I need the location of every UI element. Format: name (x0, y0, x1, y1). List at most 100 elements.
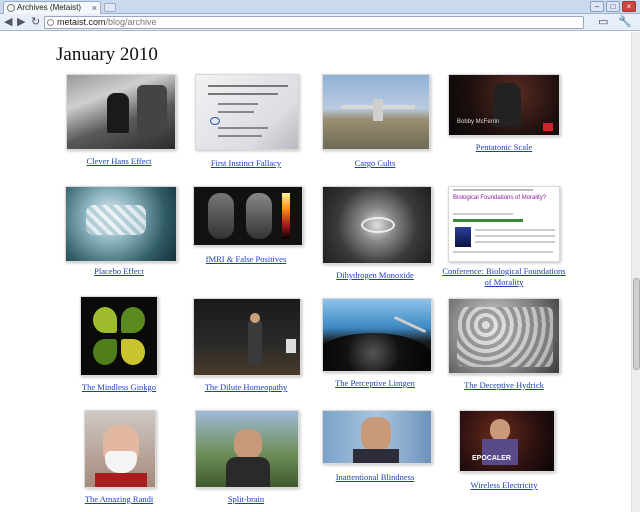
item-title[interactable]: The Mindless Ginkgo (54, 382, 184, 393)
vinyl-record (323, 333, 431, 371)
item-title[interactable]: Dihydrogen Monoxide (310, 270, 440, 281)
tonearm (393, 315, 427, 334)
minimize-button[interactable]: – (590, 1, 604, 12)
shirt-shape (353, 449, 399, 463)
wrench-icon[interactable]: 🔧 (618, 16, 632, 28)
archive-item[interactable]: EPOCALER Wireless Electricity (439, 408, 569, 508)
window-controls: – □ × (590, 1, 636, 12)
first-instinct-thumbnail[interactable] (195, 74, 299, 150)
brain-scan (208, 193, 234, 239)
plane-body (373, 99, 383, 121)
archive-item[interactable]: The Perceptive Lintgen (310, 296, 440, 396)
maximize-button[interactable]: □ (606, 1, 620, 12)
inattentional-thumbnail[interactable] (322, 410, 432, 464)
item-title[interactable]: Wireless Electricity (439, 480, 569, 491)
crowd-figure (137, 85, 167, 135)
dihydrogen-thumbnail[interactable] (322, 186, 432, 264)
item-title[interactable]: Split-brain (181, 494, 311, 505)
tab-close-icon[interactable]: × (92, 2, 97, 14)
leaf-shape (93, 339, 117, 365)
archive-item[interactable]: Placebo Effect (54, 186, 184, 286)
month-heading: January 2010 (56, 44, 158, 65)
fmri-thumbnail[interactable] (193, 186, 303, 246)
face-shape (361, 417, 391, 451)
browser-tab[interactable]: Archives (Metaist) × (3, 1, 101, 14)
video-overlay-text: EPOCALER (472, 455, 511, 462)
vertical-scrollbar[interactable] (631, 32, 640, 512)
text-line (208, 93, 278, 95)
item-title[interactable]: The Deceptive Hydrick (439, 380, 569, 391)
pills-pattern (457, 307, 553, 367)
text-line (453, 213, 513, 215)
brain-image (455, 227, 471, 247)
close-window-button[interactable]: × (622, 1, 636, 12)
leaf-shape (93, 307, 117, 333)
tab-title: Archives (Metaist) (17, 3, 82, 12)
leaf-shape (121, 307, 145, 333)
forward-icon[interactable]: ▶ (17, 16, 25, 28)
archive-item[interactable]: Clever Hans Effect (54, 72, 184, 172)
address-bar[interactable]: metaist.com/blog/archive (44, 16, 584, 29)
item-title[interactable]: Conference: Biological Foundations of Mo… (439, 266, 569, 288)
back-icon[interactable]: ◀ (4, 16, 12, 28)
scrollbar-thumb[interactable] (633, 278, 640, 370)
archive-item[interactable]: Inattentional Blindness (310, 408, 440, 508)
archive-item[interactable]: The Deceptive Hydrick (439, 296, 569, 396)
ted-logo (543, 123, 553, 131)
item-title[interactable]: Clever Hans Effect (54, 156, 184, 167)
beard-shape (105, 451, 137, 473)
archive-item[interactable]: fMRI & False Positives (181, 186, 311, 286)
url-path: /blog/archive (105, 17, 157, 27)
water-splash (361, 217, 395, 233)
archive-item[interactable]: The Mindless Ginkgo (54, 296, 184, 396)
text-line (475, 235, 555, 237)
horse-figure (107, 93, 129, 133)
archive-item[interactable]: Split-brain (181, 408, 311, 508)
pills-pattern (86, 205, 146, 235)
item-title[interactable]: The Perceptive Lintgen (310, 378, 440, 389)
new-tab-button[interactable] (104, 3, 116, 12)
download-link-line (453, 219, 523, 222)
item-title[interactable]: The Amazing Randi (54, 494, 184, 505)
screen-glow (286, 339, 296, 353)
hydrick-thumbnail[interactable] (448, 298, 560, 374)
archive-item[interactable]: Dihydrogen Monoxide (310, 186, 440, 286)
conference-thumbnail[interactable]: Biological Foundations of Morality? (448, 186, 560, 262)
item-title[interactable]: Inattentional Blindness (310, 472, 440, 483)
text-line (218, 135, 262, 137)
speaker-head (250, 313, 260, 323)
archive-item[interactable]: The Dilute Homeopathy (181, 296, 311, 396)
color-scale (282, 193, 290, 239)
text-line (453, 251, 553, 253)
placebo-thumbnail[interactable] (65, 186, 177, 262)
archive-item[interactable]: Bobby McFerrin Pentatonic Scale (439, 72, 569, 172)
clever-hans-thumbnail[interactable] (66, 74, 176, 150)
item-title[interactable]: First Instinct Fallacy (181, 158, 311, 169)
wireless-thumbnail[interactable]: EPOCALER (459, 410, 555, 472)
video-caption: Bobby McFerrin (457, 119, 500, 125)
item-title[interactable]: fMRI & False Positives (181, 254, 311, 265)
archive-item[interactable]: The Amazing Randi (54, 408, 184, 508)
ginkgo-thumbnail[interactable] (80, 296, 158, 376)
lintgen-thumbnail[interactable] (322, 298, 432, 372)
archive-item[interactable]: First Instinct Fallacy (181, 72, 311, 172)
archive-item[interactable]: Biological Foundations of Morality? Conf… (439, 186, 569, 288)
item-title[interactable]: Placebo Effect (54, 266, 184, 277)
page-menu-icon[interactable]: ▭ (598, 16, 608, 28)
text-line (218, 127, 268, 129)
item-title[interactable]: The Dilute Homeopathy (181, 382, 311, 393)
item-title[interactable]: Pentatonic Scale (439, 142, 569, 153)
speaker-figure (248, 319, 262, 365)
split-brain-thumbnail[interactable] (195, 410, 299, 488)
cargo-cults-thumbnail[interactable] (322, 74, 430, 150)
text-line (208, 85, 288, 87)
homeopathy-thumbnail[interactable] (193, 298, 301, 376)
browser-titlebar: Archives (Metaist) × – □ × (0, 0, 640, 14)
archive-item[interactable]: Cargo Cults (310, 72, 440, 172)
reload-icon[interactable]: ↻ (31, 16, 40, 28)
favicon-icon (7, 4, 15, 12)
item-title[interactable]: Cargo Cults (310, 158, 440, 169)
pentatonic-thumbnail[interactable]: Bobby McFerrin (448, 74, 560, 136)
circled-answer (210, 117, 220, 125)
randi-thumbnail[interactable] (84, 410, 156, 488)
